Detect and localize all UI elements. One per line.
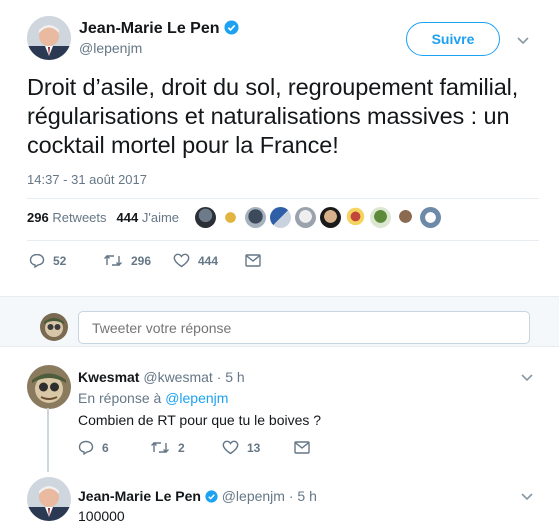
reply-author-avatar-image xyxy=(27,365,71,409)
reply-action[interactable]: 52 xyxy=(29,253,66,268)
retweet-action[interactable]: 2 xyxy=(150,440,185,455)
reply-author-handle[interactable]: @kwesmat xyxy=(143,369,212,385)
retweets-stat[interactable]: 296 Retweets xyxy=(27,210,107,225)
reply-icon xyxy=(78,440,94,455)
likes-label: J'aime xyxy=(141,210,180,225)
chevron-down-icon[interactable] xyxy=(520,492,534,502)
likes-count: 444 xyxy=(116,210,139,225)
message-icon xyxy=(294,441,310,454)
reply-header: Jean-Marie Le Pen @lepenjm · 5 h xyxy=(78,488,317,504)
reply-author-avatar[interactable] xyxy=(27,365,71,409)
author-avatar[interactable] xyxy=(27,16,71,60)
tweet-stats: 296 Retweets 444 J'aime xyxy=(27,210,179,225)
retweet-icon xyxy=(104,255,122,266)
reply-header: Kwesmat @kwesmat · 5 h xyxy=(78,369,245,385)
reply-author-name[interactable]: Jean-Marie Le Pen xyxy=(78,488,201,504)
liker-avatar[interactable] xyxy=(370,207,391,228)
liker-avatar[interactable] xyxy=(395,207,416,228)
retweet-count: 2 xyxy=(178,440,185,455)
retweet-action[interactable]: 296 xyxy=(103,253,151,268)
reply-text: Combien de RT pour que tu le boives ? xyxy=(78,412,322,428)
liker-avatar[interactable] xyxy=(345,207,366,228)
retweets-count: 296 xyxy=(27,210,49,225)
liker-avatar[interactable] xyxy=(245,207,266,228)
liker-avatar[interactable] xyxy=(320,207,341,228)
tweet-text: Droit d’asile, droit du sol, regroupemen… xyxy=(27,74,519,158)
divider xyxy=(0,346,559,347)
like-count: 13 xyxy=(247,440,261,455)
verified-badge-icon xyxy=(205,490,218,503)
divider xyxy=(0,296,559,297)
reply-input[interactable] xyxy=(78,311,530,344)
like-icon xyxy=(173,253,190,268)
liker-avatar[interactable] xyxy=(195,207,216,228)
reply-time[interactable]: · 5 h xyxy=(289,488,317,504)
author-avatar-image xyxy=(27,16,71,60)
reply-time[interactable]: · 5 h xyxy=(217,369,245,385)
retweet-count: 296 xyxy=(131,253,152,268)
author-name-row: Jean-Marie Le Pen xyxy=(79,20,239,38)
reply-count: 6 xyxy=(102,440,109,455)
reply-text: 100000 xyxy=(78,508,125,524)
verified-badge-icon xyxy=(224,20,239,35)
thread-line xyxy=(47,408,49,472)
author-name[interactable]: Jean-Marie Le Pen xyxy=(79,20,220,37)
chevron-down-icon[interactable] xyxy=(516,36,530,46)
likes-stat[interactable]: 444 J'aime xyxy=(117,210,180,225)
retweet-icon xyxy=(151,442,169,453)
message-action[interactable] xyxy=(245,254,261,267)
like-action[interactable]: 444 xyxy=(173,253,218,268)
current-user-avatar-image xyxy=(40,313,68,341)
chevron-down-icon[interactable] xyxy=(520,373,534,383)
author-handle[interactable]: @lepenjm xyxy=(79,40,142,56)
reply-count: 52 xyxy=(53,253,67,268)
liker-avatar[interactable] xyxy=(220,207,241,228)
reply-to-line: En réponse à @lepenjm xyxy=(78,390,228,406)
message-icon xyxy=(245,254,261,267)
reply-author-avatar[interactable] xyxy=(27,477,71,521)
liker-avatar[interactable] xyxy=(420,207,441,228)
reply-author-avatar-image xyxy=(27,477,71,521)
reply-author-name[interactable]: Kwesmat xyxy=(78,369,139,385)
like-count: 444 xyxy=(198,253,219,268)
reply-author-handle[interactable]: @lepenjm xyxy=(222,488,285,504)
tweet-timestamp[interactable]: 14:37 - 31 août 2017 xyxy=(27,172,147,187)
retweets-label: Retweets xyxy=(52,210,107,225)
divider xyxy=(27,198,539,199)
follow-button[interactable]: Suivre xyxy=(406,22,500,56)
liker-avatar[interactable] xyxy=(270,207,291,228)
reply-icon xyxy=(29,253,45,268)
like-action[interactable]: 13 xyxy=(222,440,260,455)
likers-avatars xyxy=(195,207,441,231)
current-user-avatar[interactable] xyxy=(40,313,68,341)
like-icon xyxy=(222,440,239,455)
reply-to-prefix: En réponse à xyxy=(78,390,162,406)
reply-action[interactable]: 6 xyxy=(78,440,109,455)
liker-avatar[interactable] xyxy=(295,207,316,228)
message-action[interactable] xyxy=(294,441,310,454)
divider xyxy=(27,240,539,241)
reply-to-handle-link[interactable]: @lepenjm xyxy=(165,390,228,406)
